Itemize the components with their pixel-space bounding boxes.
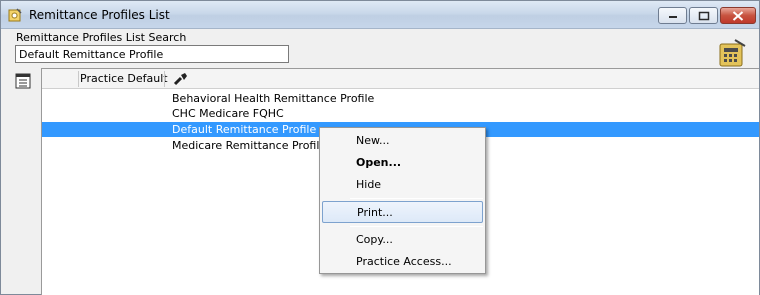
close-button[interactable] xyxy=(720,7,756,24)
context-menu: New... Open... Hide Print... Copy... Pra… xyxy=(319,127,486,274)
menu-item-label: Print... xyxy=(357,206,393,219)
profile-name-cell: Medicare Remittance Profile xyxy=(172,139,327,152)
profile-name-cell: Behavioral Health Remittance Profile xyxy=(172,92,375,105)
profile-name-cell: CHC Medicare FQHC xyxy=(172,107,284,120)
menu-item-label: Copy... xyxy=(356,233,393,246)
menu-item-label: Practice Access... xyxy=(356,255,452,268)
maximize-icon xyxy=(698,11,709,20)
profile-name-cell: Default Remittance Profile xyxy=(172,123,317,136)
menu-separator xyxy=(350,198,483,199)
menu-item-print[interactable]: Print... xyxy=(322,201,483,223)
table-row[interactable]: Behavioral Health Remittance Profile xyxy=(42,91,759,106)
table-row[interactable]: CHC Medicare FQHC xyxy=(42,106,759,121)
menu-item-label: Open... xyxy=(356,156,402,169)
menu-item-label: New... xyxy=(356,134,390,147)
calculator-filter-icon[interactable] xyxy=(715,38,749,70)
column-separator xyxy=(164,71,165,87)
grid-header: Practice Default xyxy=(42,69,759,89)
minimize-button[interactable] xyxy=(658,7,687,24)
menu-item-hide[interactable]: Hide xyxy=(322,174,483,196)
menu-item-open[interactable]: Open... xyxy=(322,152,483,174)
key-gear-icon xyxy=(8,8,22,22)
window-title: Remittance Profiles List xyxy=(29,8,170,22)
menu-item-new[interactable]: New... xyxy=(322,130,483,152)
search-label: Remittance Profiles List Search xyxy=(16,31,187,44)
menu-item-label: Hide xyxy=(356,178,382,191)
menu-item-practice-access[interactable]: Practice Access... xyxy=(322,251,483,273)
search-input[interactable] xyxy=(15,45,289,63)
menu-item-copy[interactable]: Copy... xyxy=(322,229,483,251)
remittance-profiles-window: Remittance Profiles List Remittance Prof… xyxy=(0,0,760,295)
list-options-icon[interactable] xyxy=(14,72,32,90)
menu-separator xyxy=(350,226,483,227)
maximize-button[interactable] xyxy=(689,7,718,24)
flashlight-icon[interactable] xyxy=(172,71,190,87)
close-icon xyxy=(732,10,744,21)
column-separator xyxy=(78,71,79,87)
title-bar[interactable]: Remittance Profiles List xyxy=(1,1,759,29)
minimize-icon xyxy=(668,15,677,18)
